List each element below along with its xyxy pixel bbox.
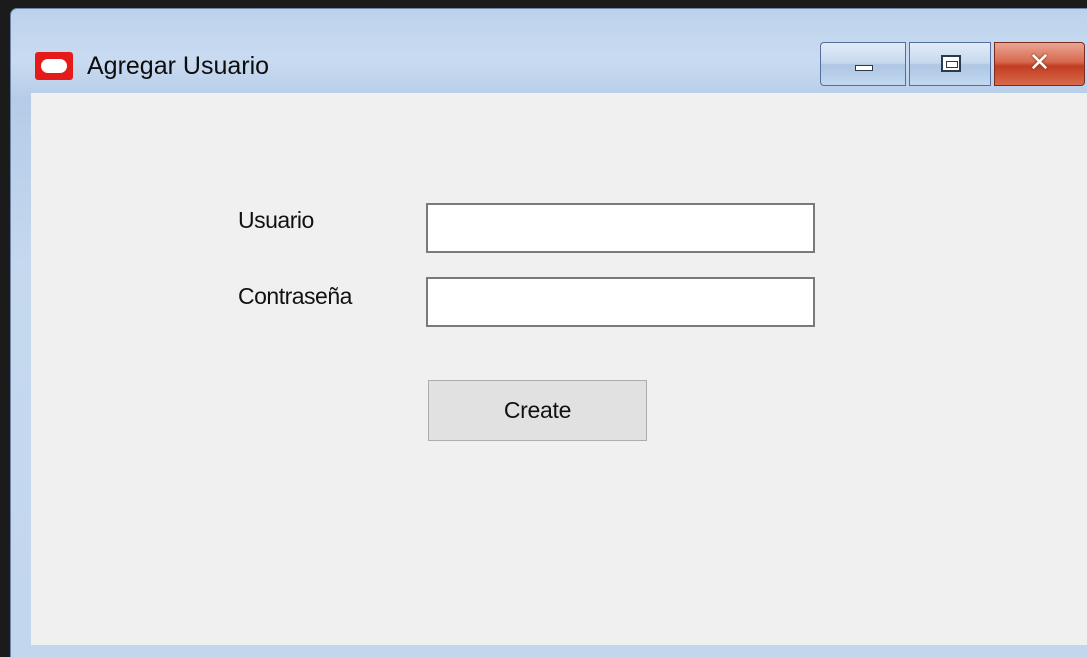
oracle-app-icon[interactable] [35,52,73,80]
agregar-usuario-window: Agregar Usuario ✕ Usuario Contraseña Cre… [10,8,1087,657]
title-bar[interactable]: Agregar Usuario ✕ [11,9,1087,93]
usuario-input[interactable] [426,203,815,253]
form-client-area: Usuario Contraseña Create [31,93,1087,645]
maximize-button[interactable] [909,42,991,86]
desktop-background: Agregar Usuario ✕ Usuario Contraseña Cre… [0,0,1087,657]
window-title: Agregar Usuario [87,52,270,80]
minimize-icon [855,65,873,71]
maximize-icon [941,55,961,72]
contrasena-label: Contraseña [238,283,352,309]
contrasena-input[interactable] [426,277,815,327]
close-button[interactable]: ✕ [994,42,1085,86]
usuario-label: Usuario [238,207,314,233]
close-icon: ✕ [1028,48,1051,78]
create-button[interactable]: Create [428,380,647,441]
minimize-button[interactable] [820,42,906,86]
